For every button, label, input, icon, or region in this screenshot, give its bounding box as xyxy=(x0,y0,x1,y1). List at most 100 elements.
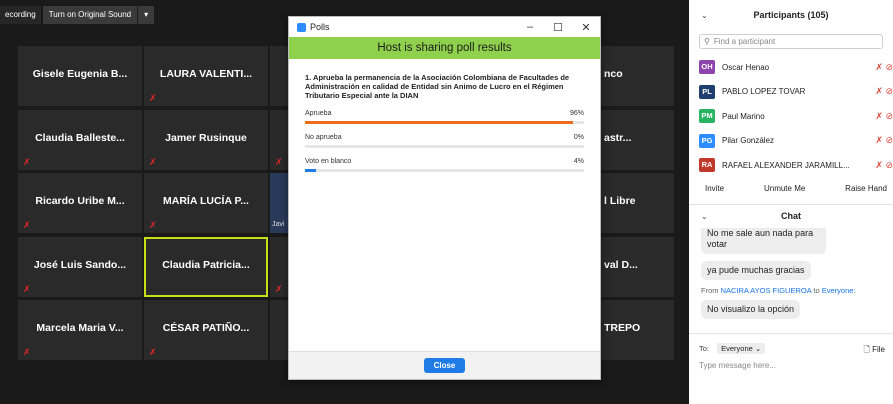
result-bar xyxy=(305,169,584,172)
muted-mic-icon: ✗ xyxy=(149,157,157,167)
video-tile[interactable]: CÉSAR PATIÑO... ✗ xyxy=(144,300,268,360)
original-sound-button[interactable]: Turn on Original Sound xyxy=(42,6,138,24)
raise-hand-button[interactable]: Raise Hand xyxy=(845,184,887,193)
video-tile[interactable]: Claudia Balleste... ✗ xyxy=(18,110,142,170)
video-tile[interactable]: Jamer Rusinque ✗ xyxy=(144,110,268,170)
poll-option: No aprueba 0% xyxy=(305,134,584,148)
sender-name: NACIRA AYOS FIGUEROA xyxy=(720,285,812,295)
muted-mic-icon: ✗ xyxy=(23,157,31,167)
file-icon: 🗋 xyxy=(863,345,870,354)
chat-message: No me sale aun nada para votar xyxy=(701,227,826,254)
participant-row[interactable]: PL PABLO LOPEZ TOVAR ✗ ⊘ xyxy=(689,80,893,105)
video-tile[interactable]: astr... xyxy=(596,110,674,170)
muted-mic-video-icon: ✗ ⊘ xyxy=(875,135,893,146)
unmute-me-button[interactable]: Unmute Me xyxy=(764,184,805,193)
poll-option: Voto en blanco 4% xyxy=(305,158,584,172)
sound-options-dropdown[interactable]: ▾ xyxy=(138,6,155,24)
avatar: PL xyxy=(699,84,715,99)
muted-mic-icon: ✗ xyxy=(149,347,157,357)
chat-input[interactable]: Type message here... xyxy=(699,361,883,370)
option-label: Aprueba xyxy=(305,110,332,117)
chat-messages: No me sale aun nada para votar ya pude m… xyxy=(689,227,893,328)
polls-dialog: Polls – ☐ ✕ Host is sharing poll results… xyxy=(288,16,601,380)
video-tile[interactable]: José Luis Sando... ✗ xyxy=(18,237,142,297)
muted-mic-icon: ✗ xyxy=(149,220,157,230)
result-bar xyxy=(305,145,584,148)
video-tile[interactable]: val D... xyxy=(596,237,674,297)
result-bar-fill xyxy=(305,121,573,124)
close-poll-button[interactable]: Close xyxy=(423,358,466,373)
participant-row[interactable]: OH Oscar Henao ✗ ⊘ xyxy=(689,55,893,80)
zoom-app-icon xyxy=(297,22,306,32)
participants-title: Participants (105) xyxy=(753,10,829,20)
collapse-chevron-icon[interactable]: ⌄ xyxy=(701,212,708,221)
video-tile[interactable]: Marcela Maria V... ✗ xyxy=(18,300,142,360)
avatar: OH xyxy=(699,60,715,75)
to-label: To: xyxy=(699,344,710,353)
search-placeholder: Find a participant xyxy=(713,37,776,46)
muted-mic-icon: ✗ xyxy=(23,284,31,294)
muted-mic-icon: ✗ xyxy=(23,347,31,357)
recipient-name: Everyone: xyxy=(821,285,856,295)
option-percent: 0% xyxy=(573,134,584,141)
chat-message: No visualizo la opción xyxy=(701,299,801,319)
participant-row[interactable]: RA RAFAEL ALEXANDER JARAMILL... ✗ ⊘ xyxy=(689,153,893,178)
video-tile[interactable]: MARÍA LUCÍA P... ✗ xyxy=(144,173,268,233)
chat-sender-line: From NACIRA AYOS FIGUEROA to Everyone: xyxy=(701,285,856,295)
option-percent: 96% xyxy=(569,110,584,117)
recording-indicator: ecording xyxy=(0,6,41,24)
right-panel: ⌄ Participants (105) ⚲ Find a participan… xyxy=(689,0,893,404)
chat-title: Chat xyxy=(781,211,801,221)
participant-search[interactable]: ⚲ Find a participant xyxy=(699,34,883,49)
close-window-button[interactable]: ✕ xyxy=(572,21,600,34)
participant-name: Oscar Henao xyxy=(722,62,770,72)
video-tile[interactable]: l Libre xyxy=(596,173,674,233)
muted-mic-video-icon: ✗ ⊘ xyxy=(875,110,893,121)
participant-row[interactable]: PG Pilar González ✗ ⊘ xyxy=(689,129,893,154)
avatar: RA xyxy=(699,158,715,173)
participant-name: Paul Marino xyxy=(722,111,765,121)
polls-footer: Close xyxy=(289,351,600,379)
maximize-button[interactable]: ☐ xyxy=(544,21,572,34)
video-tile[interactable]: LAURA VALENTI... ✗ xyxy=(144,46,268,106)
participant-name: PABLO LOPEZ TOVAR xyxy=(722,87,806,97)
participants-header: ⌄ Participants (105) xyxy=(689,0,893,30)
chat-compose: To: Everyone ⌄ 🗋 File Type message here.… xyxy=(689,333,893,403)
recipient-dropdown[interactable]: Everyone ⌄ xyxy=(717,343,766,354)
muted-mic-video-icon: ✗ ⊘ xyxy=(875,86,893,97)
collapse-chevron-icon[interactable]: ⌄ xyxy=(701,11,708,20)
active-speaker-tile[interactable]: Claudia Patricia... xyxy=(144,237,268,297)
option-label: No aprueba xyxy=(305,134,342,141)
file-button[interactable]: 🗋 File xyxy=(863,344,885,358)
polls-title: Polls xyxy=(310,22,330,32)
muted-mic-icon: ✗ xyxy=(275,284,283,294)
search-icon: ⚲ xyxy=(704,37,710,46)
muted-mic-icon: ✗ xyxy=(23,220,31,230)
poll-results-banner: Host is sharing poll results xyxy=(289,37,600,59)
poll-question: 1. Aprueba la permanencia de la Asociaci… xyxy=(305,73,570,100)
avatar: PG xyxy=(699,133,715,148)
participant-actions: Invite Unmute Me Raise Hand xyxy=(689,178,893,198)
participant-row[interactable]: PM Paul Marino ✗ ⊘ xyxy=(689,104,893,129)
video-tile[interactable]: nco xyxy=(596,46,674,106)
video-tile[interactable]: TREPO xyxy=(596,300,674,360)
invite-button[interactable]: Invite xyxy=(705,184,724,193)
result-bar xyxy=(305,121,584,124)
avatar: PM xyxy=(699,109,715,124)
polls-titlebar: Polls – ☐ ✕ xyxy=(289,17,600,37)
muted-mic-icon: ✗ xyxy=(275,157,283,167)
minimize-button[interactable]: – xyxy=(516,21,544,34)
participant-name: Pilar González xyxy=(722,136,775,146)
muted-mic-icon: ✗ xyxy=(149,93,157,103)
participant-name: RAFAEL ALEXANDER JARAMILL... xyxy=(722,160,850,170)
muted-mic-video-icon: ✗ ⊘ xyxy=(875,61,893,72)
recording-toolbar: ecording Turn on Original Sound ▾ xyxy=(0,6,155,24)
muted-mic-video-icon: ✗ ⊘ xyxy=(875,159,893,170)
chat-message: ya pude muchas gracias xyxy=(701,260,811,280)
tile-name-fragment: Javi xyxy=(272,221,285,228)
video-tile[interactable]: Gisele Eugenia B... xyxy=(18,46,142,106)
option-percent: 4% xyxy=(573,158,584,165)
poll-option: Aprueba 96% xyxy=(305,110,584,124)
video-tile[interactable]: Ricardo Uribe M... ✗ xyxy=(18,173,142,233)
result-bar-fill xyxy=(305,169,317,172)
